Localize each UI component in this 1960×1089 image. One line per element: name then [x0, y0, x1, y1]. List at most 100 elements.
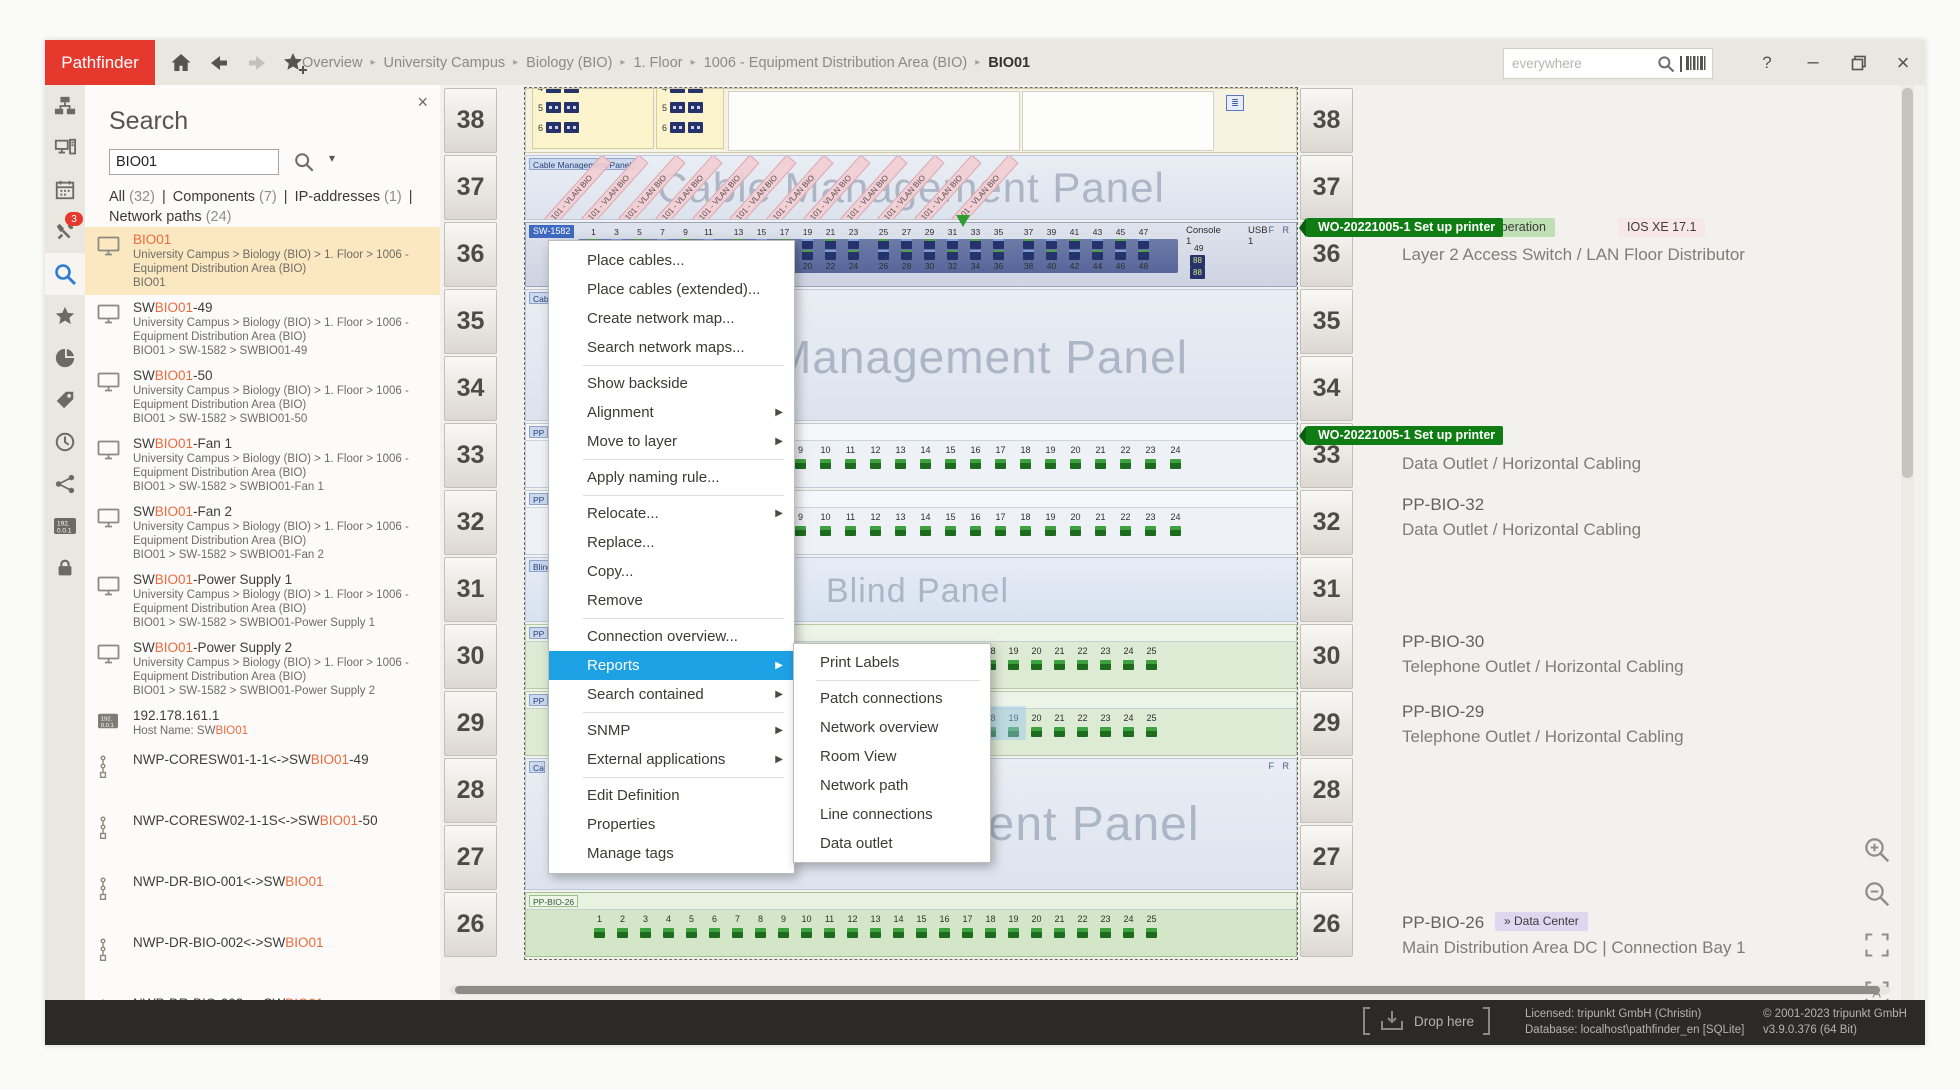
forward-icon[interactable]: [243, 49, 271, 77]
search-result-item[interactable]: NWP-CORESW02-1-1S<->SWBIO01-50: [85, 804, 440, 865]
components-icon[interactable]: [45, 127, 85, 169]
restore-button[interactable]: [1839, 40, 1879, 85]
search-icon[interactable]: [1654, 54, 1678, 74]
ip-address-icon[interactable]: 192.0.0.1: [45, 505, 85, 547]
text-fragment: 192.178.161.1: [133, 708, 219, 723]
context-menu-item[interactable]: Manage tags: [549, 839, 794, 868]
drop-target[interactable]: Drop here: [1363, 1007, 1490, 1035]
global-search-input[interactable]: [1504, 56, 1654, 71]
search-submit-icon[interactable]: [293, 151, 315, 178]
vertical-scrollbar-thumb[interactable]: [1902, 88, 1913, 478]
patch-port-column: 11: [838, 511, 863, 536]
filter-link[interactable]: IP-addresses (1): [295, 189, 402, 205]
context-menu-item[interactable]: Create network map...: [549, 304, 794, 333]
text-fragment: Equipment Distribution Area (BIO): [133, 603, 306, 615]
context-menu-item[interactable]: Copy...: [549, 557, 794, 586]
home-icon[interactable]: [167, 49, 195, 77]
filter-link[interactable]: Network paths (24): [109, 209, 232, 225]
firmware-tag[interactable]: IOS XE 17.1: [1618, 218, 1705, 237]
context-menu-item[interactable]: Edit Definition: [549, 781, 794, 810]
context-submenu-item[interactable]: Line connections: [794, 800, 990, 829]
search-result-item[interactable]: SWBIO01-Fan 2University Campus > Biology…: [85, 499, 440, 567]
search-result-item[interactable]: NWP-DR-BIO-001<->SWBIO01: [85, 865, 440, 926]
search-result-item[interactable]: SWBIO01-Fan 1University Campus > Biology…: [85, 431, 440, 499]
context-menu-item[interactable]: Search contained▶: [549, 680, 794, 709]
filter-link[interactable]: All (32): [109, 189, 155, 205]
context-menu-item[interactable]: Search network maps...: [549, 333, 794, 362]
history-clock-icon[interactable]: [45, 421, 85, 463]
help-button[interactable]: ?: [1747, 40, 1787, 85]
search-result-item[interactable]: BIO01University Campus > Biology (BIO) >…: [85, 227, 440, 295]
zoom-fit-icon[interactable]: [1863, 931, 1891, 964]
breadcrumb-item[interactable]: Biology (BIO): [526, 55, 612, 71]
search-result-item[interactable]: 192.0.0.1192.178.161.1Host Name: SWBIO01: [85, 703, 440, 743]
context-menu-item[interactable]: Reports▶: [549, 651, 794, 680]
report-pie-icon[interactable]: [45, 337, 85, 379]
workorder-banner[interactable]: WO-20221005-1 Set up printer: [1306, 218, 1503, 237]
context-menu-item[interactable]: Place cables...: [549, 246, 794, 275]
context-submenu-item[interactable]: Room View: [794, 742, 990, 771]
zoom-out-icon[interactable]: [1862, 879, 1892, 914]
search-result-item[interactable]: NWP-CORESW01-1-1<->SWBIO01-49: [85, 743, 440, 804]
search-result-item[interactable]: NWP-DR-BIO-002<->SWBIO01: [85, 926, 440, 987]
barcode-scan-icon[interactable]: [1678, 54, 1712, 74]
context-submenu-item[interactable]: Patch connections: [794, 684, 990, 713]
label-tool-icon[interactable]: A: [1863, 979, 1891, 1000]
minimize-button[interactable]: –: [1793, 40, 1833, 85]
context-menu-item[interactable]: Replace...: [549, 528, 794, 557]
horizontal-scrollbar-thumb[interactable]: [455, 986, 1880, 994]
breadcrumb-item[interactable]: University Campus: [383, 55, 505, 71]
filter-link[interactable]: Components (7): [173, 189, 277, 205]
location-tag[interactable]: » Data Center: [1495, 912, 1588, 931]
rack-unit-number: 36: [444, 222, 497, 287]
context-menu-item[interactable]: Place cables (extended)...: [549, 275, 794, 304]
position-marker-icon: [956, 215, 970, 227]
text-fragment: BIO01: [215, 725, 248, 737]
context-menu-item[interactable]: Alignment▶: [549, 398, 794, 427]
context-submenu-item[interactable]: Network overview: [794, 713, 990, 742]
switch-port: [993, 239, 1004, 249]
tools-icon[interactable]: 3: [45, 211, 85, 253]
rack-row-module-panel[interactable]: 456 456 ≣: [525, 88, 1297, 153]
context-menu-item[interactable]: SNMP▶: [549, 716, 794, 745]
context-menu-item[interactable]: Properties: [549, 810, 794, 839]
context-menu-item[interactable]: Relocate...▶: [549, 499, 794, 528]
context-menu-item[interactable]: Show backside: [549, 369, 794, 398]
workorder-banner[interactable]: WO-20221005-1 Set up printer: [1306, 426, 1503, 445]
breadcrumb-item[interactable]: 1006 - Equipment Distribution Area (BIO): [704, 55, 968, 71]
search-result-item[interactable]: SWBIO01-50University Campus > Biology (B…: [85, 363, 440, 431]
topology-icon[interactable]: [45, 85, 85, 127]
rack-row-cable-panel[interactable]: Cable Management Panel Cable Management …: [525, 155, 1297, 220]
context-menu-item[interactable]: External applications▶: [549, 745, 794, 774]
context-menu-item[interactable]: Apply naming rule...: [549, 463, 794, 492]
context-menu-item[interactable]: Remove: [549, 586, 794, 615]
result-body: SWBIO01-Fan 1University Campus > Biology…: [133, 436, 432, 494]
search-input[interactable]: [110, 150, 278, 174]
schedule-icon[interactable]: [45, 169, 85, 211]
search-options-caret-icon[interactable]: ▾: [329, 151, 335, 165]
search-result-item[interactable]: SWBIO01-Power Supply 2University Campus …: [85, 635, 440, 703]
search-result-item[interactable]: SWBIO01-49University Campus > Biology (B…: [85, 295, 440, 363]
context-submenu-item[interactable]: Print Labels: [794, 648, 990, 677]
search-result-item[interactable]: SWBIO01-Power Supply 1University Campus …: [85, 567, 440, 635]
panel-close-icon[interactable]: ×: [417, 93, 428, 111]
search-icon[interactable]: [45, 253, 85, 295]
context-submenu-item[interactable]: Data outlet: [794, 829, 990, 858]
breadcrumb-item[interactable]: BIO01: [988, 55, 1030, 71]
search-result-item[interactable]: NWP-DR-BIO-003<->SWBIO01: [85, 987, 440, 1000]
lock-icon[interactable]: [45, 547, 85, 589]
breadcrumb-item[interactable]: 1. Floor: [633, 55, 682, 71]
favorites-icon[interactable]: [45, 295, 85, 337]
close-button[interactable]: ×: [1883, 40, 1923, 85]
zoom-in-icon[interactable]: [1862, 835, 1892, 870]
share-network-icon[interactable]: [45, 463, 85, 505]
breadcrumb-item[interactable]: Overview: [302, 55, 362, 71]
context-menu-item[interactable]: Connection overview...: [549, 622, 794, 651]
tag-icon[interactable]: [45, 379, 85, 421]
context-menu-item[interactable]: Move to layer▶: [549, 427, 794, 456]
port-number: 19: [1002, 913, 1025, 926]
rack-unit-number: 29: [444, 691, 497, 756]
context-submenu-item[interactable]: Network path: [794, 771, 990, 800]
rack-row-patch-panel[interactable]: PP-BIO-26 123456789101112131415161718192…: [525, 892, 1297, 957]
back-icon[interactable]: [205, 49, 233, 77]
